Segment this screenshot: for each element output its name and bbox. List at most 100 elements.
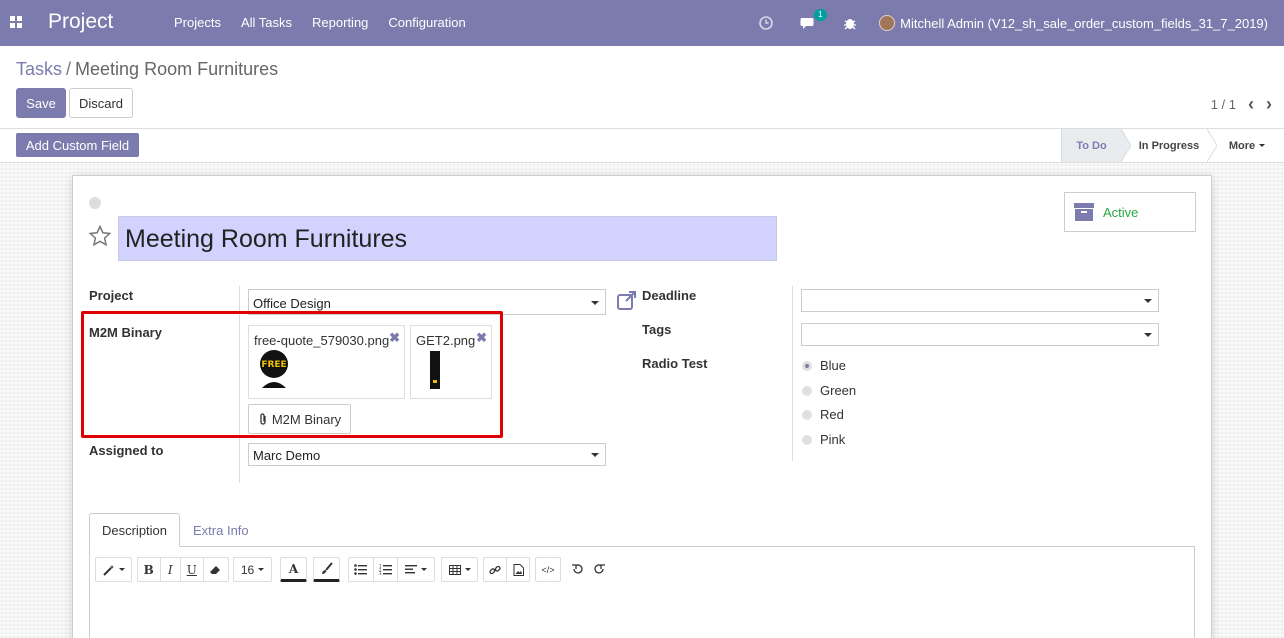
pager-previous-icon[interactable]: ‹: [1248, 94, 1254, 115]
project-label: Project: [89, 288, 134, 303]
toolbar-font-group: B I U: [137, 557, 229, 582]
caret-down-icon: [258, 568, 265, 571]
caret-down-icon: [1259, 144, 1266, 147]
toolbar-paragraph-group: 123: [348, 557, 435, 582]
chat-icon[interactable]: 1: [800, 9, 827, 31]
breadcrumb-separator: /: [66, 59, 72, 79]
stage-more-dropdown[interactable]: More: [1222, 129, 1272, 162]
bold-icon[interactable]: B: [138, 558, 160, 581]
chat-badge: 1: [814, 9, 827, 21]
pager-next-icon[interactable]: ›: [1266, 94, 1272, 115]
menu-reporting[interactable]: Reporting: [302, 15, 378, 30]
radio-option-label: Pink: [820, 432, 846, 447]
dropdown-caret-icon: [1144, 299, 1152, 303]
active-label: Active: [1103, 204, 1139, 220]
dropdown-caret-icon: [1144, 333, 1152, 337]
deadline-label: Deadline: [642, 288, 697, 303]
radio-option-blue[interactable]: Blue: [802, 358, 846, 373]
stage-arrow-separator: [1207, 129, 1217, 162]
stage-in-progress[interactable]: In Progress: [1131, 129, 1207, 162]
project-value: Office Design: [253, 296, 331, 311]
priority-star-icon[interactable]: [88, 224, 112, 248]
underline-icon[interactable]: U: [181, 558, 203, 581]
assigned-to-value: Marc Demo: [253, 448, 321, 463]
font-color-button[interactable]: A: [280, 557, 307, 582]
italic-icon[interactable]: I: [161, 558, 181, 581]
task-title-input[interactable]: Meeting Room Furnitures: [118, 216, 777, 261]
code-view-button[interactable]: </>: [535, 557, 561, 582]
radio-option-label: Green: [820, 383, 857, 398]
tab-extra-info[interactable]: Extra Info: [193, 513, 249, 547]
undo-icon[interactable]: [571, 563, 583, 578]
caret-down-icon: [464, 568, 471, 571]
breadcrumb: Tasks / Meeting Room Furnitures: [16, 59, 278, 80]
align-dropdown[interactable]: [398, 558, 434, 581]
assigned-to-select[interactable]: Marc Demo: [248, 443, 606, 466]
toolbar-style-dropdown[interactable]: [95, 557, 132, 582]
breadcrumb-current: Meeting Room Furnitures: [75, 59, 279, 79]
table-dropdown[interactable]: [441, 557, 478, 582]
debug-bug-icon[interactable]: [842, 15, 858, 31]
apps-menu-icon[interactable]: [10, 16, 22, 28]
paintbrush-icon: [321, 562, 333, 574]
radio-unchecked-icon: [802, 409, 812, 420]
top-navbar: Project Projects All Tasks Reporting Con…: [0, 0, 1284, 46]
notebook-tabs: Description Extra Info: [89, 513, 1195, 547]
radio-test-label: Radio Test: [642, 356, 708, 371]
radio-option-red[interactable]: Red: [802, 407, 844, 422]
main-menu: Projects All Tasks Reporting Configurati…: [164, 15, 476, 30]
menu-projects[interactable]: Projects: [164, 15, 231, 30]
discard-button[interactable]: Discard: [69, 88, 133, 118]
assigned-to-label: Assigned to: [89, 443, 164, 458]
kanban-state-icon[interactable]: [89, 197, 101, 209]
caret-down-icon: [421, 568, 428, 571]
avatar: [879, 15, 896, 31]
user-name: Mitchell Admin (V12_sh_sale_order_custom…: [900, 15, 1268, 31]
deadline-select[interactable]: [801, 289, 1159, 312]
svg-text:3: 3: [379, 571, 382, 575]
link-icon[interactable]: [484, 558, 506, 581]
eraser-icon[interactable]: [204, 558, 228, 581]
stage-to-do[interactable]: To Do: [1061, 129, 1121, 162]
active-toggle-button[interactable]: Active: [1064, 192, 1196, 232]
radio-option-green[interactable]: Green: [802, 383, 856, 398]
stage-arrow-separator: [1121, 129, 1131, 162]
unordered-list-icon[interactable]: [349, 558, 373, 581]
menu-configuration[interactable]: Configuration: [378, 15, 475, 30]
radio-unchecked-icon: [802, 434, 812, 445]
radio-unchecked-icon: [802, 385, 812, 396]
app-brand: Project: [48, 10, 114, 33]
form-statusbar: Add Custom Field To Do In Progress More: [0, 129, 1284, 163]
table-icon: [448, 564, 461, 575]
field-divider: [792, 286, 793, 461]
pager: 1 / 1 ‹ ›: [1211, 94, 1272, 115]
redo-icon[interactable]: [594, 563, 606, 578]
caret-down-icon: [118, 568, 125, 571]
toolbar-insert-group: [483, 557, 530, 582]
image-icon[interactable]: [507, 558, 529, 581]
font-color-icon: A: [288, 561, 299, 576]
align-left-icon: [405, 565, 418, 574]
breadcrumb-tasks[interactable]: Tasks: [16, 59, 62, 79]
radio-option-label: Blue: [820, 358, 847, 373]
magic-wand-icon: [102, 564, 114, 576]
save-button[interactable]: Save: [16, 88, 66, 118]
tags-select[interactable]: [801, 323, 1159, 346]
dropdown-caret-icon: [591, 453, 599, 457]
systray: 1 Mitchell Admin (V12_sh_sale_order_cust…: [745, 0, 1284, 46]
menu-all-tasks[interactable]: All Tasks: [231, 15, 302, 30]
font-size-dropdown[interactable]: 16: [233, 557, 272, 582]
font-size-value: 16: [240, 562, 255, 577]
ordered-list-icon[interactable]: 123: [374, 558, 398, 581]
tab-description[interactable]: Description: [89, 513, 180, 547]
stage-more-label: More: [1228, 139, 1256, 152]
radio-option-pink[interactable]: Pink: [802, 432, 845, 447]
radio-option-label: Red: [820, 407, 844, 422]
user-menu[interactable]: Mitchell Admin (V12_sh_sale_order_custom…: [879, 15, 1268, 31]
pager-value[interactable]: 1 / 1: [1211, 97, 1236, 112]
external-link-icon[interactable]: [617, 291, 637, 310]
annotation-highlight-box: [81, 311, 503, 438]
highlight-color-button[interactable]: [313, 557, 340, 582]
add-custom-field-button[interactable]: Add Custom Field: [16, 133, 139, 157]
activity-clock-icon[interactable]: [758, 15, 774, 31]
